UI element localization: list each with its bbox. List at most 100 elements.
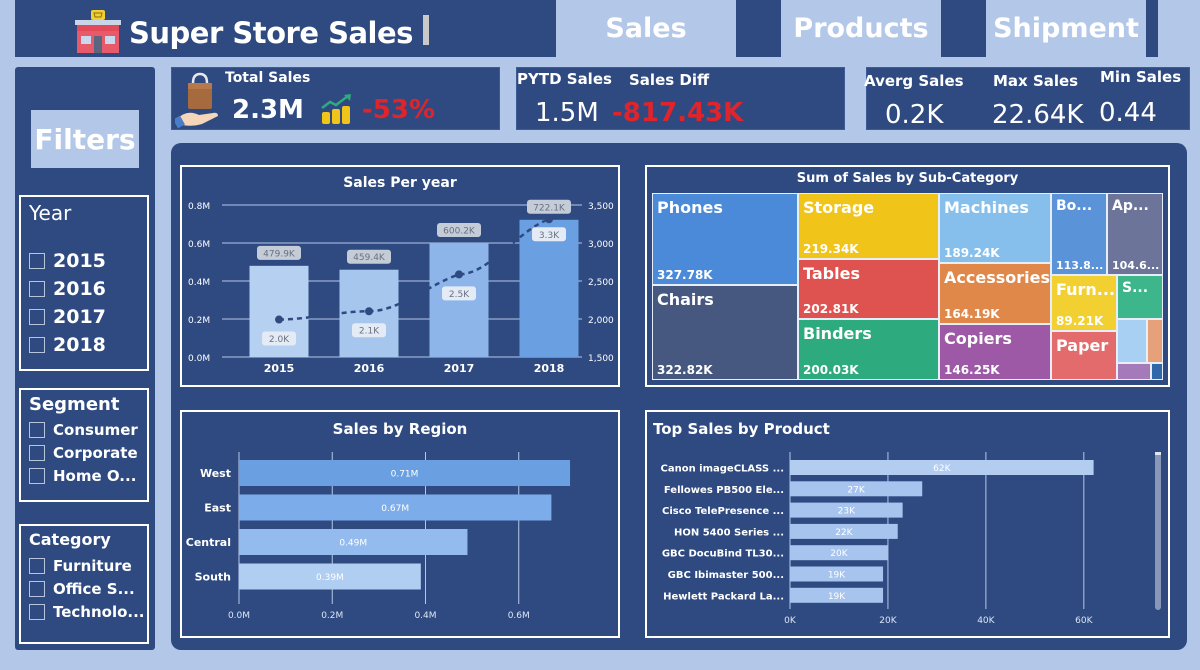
checkbox[interactable]: [29, 337, 45, 353]
tile-value: 146.25K: [944, 363, 1000, 377]
year-slicer: Year 2015 2016 2017 2018: [19, 195, 149, 371]
treemap-tile-envelopes[interactable]: [1147, 319, 1163, 363]
tile-label: S...: [1122, 280, 1149, 296]
line-data-label: 2.0K: [269, 335, 290, 345]
x-tick-label: 60K: [1075, 616, 1093, 626]
treemap-tile-supplies[interactable]: S...: [1117, 275, 1163, 319]
checkbox[interactable]: [29, 467, 45, 484]
segment-slicer: Segment Consumer Corporate Home O...: [19, 388, 149, 502]
y-right-tick-label: 2,500: [588, 278, 614, 288]
treemap-tile-copiers[interactable]: Copiers 146.25K: [939, 324, 1051, 380]
line-point: [545, 215, 553, 224]
x-tick-label: 40K: [977, 616, 995, 626]
chart-title: Top Sales by Product: [653, 420, 830, 438]
checkbox[interactable]: [29, 253, 45, 269]
y-left-tick-label: 0.8M: [188, 202, 210, 212]
filters-button[interactable]: Filters: [31, 110, 139, 168]
checkbox[interactable]: [29, 421, 45, 438]
y-category-label: Canon imageCLASS ...: [661, 464, 785, 475]
line-data-label: 3.3K: [539, 231, 560, 241]
tile-label: Machines: [944, 198, 1029, 217]
segment-option-home-office[interactable]: Home O...: [29, 464, 139, 487]
segment-option-consumer[interactable]: Consumer: [29, 418, 139, 441]
store-icon: [73, 8, 123, 58]
year-option-2017[interactable]: 2017: [29, 303, 139, 331]
y-category-label: Cisco TelePresence ...: [662, 506, 784, 517]
kpi-sales-diff-value: -817.43K: [612, 98, 744, 128]
orders-trend-line: [278, 218, 550, 321]
sales-by-region-chart: Sales by Region 0.0M 0.2M 0.4M 0.6M 0.71M West…: [180, 410, 620, 638]
y-category-label: South: [195, 571, 231, 584]
y-right-tick-label: 3,000: [588, 240, 614, 250]
category-slicer-title: Category: [29, 530, 111, 549]
year-slicer-title: Year: [29, 201, 72, 225]
y-right-tick-label: 1,500: [588, 354, 614, 364]
tab-sales[interactable]: Sales: [556, 0, 736, 57]
treemap-tile-labels[interactable]: [1117, 363, 1151, 380]
sales-by-subcategory-treemap: Sum of Sales by Sub-Category Phones 327.7…: [645, 165, 1170, 387]
tile-label: Chairs: [657, 290, 714, 309]
treemap-tile-appliances[interactable]: Ap... 104.6...: [1107, 193, 1163, 275]
bar-data-label: 23K: [838, 507, 856, 517]
tile-value: 200.03K: [803, 363, 859, 377]
y-category-label: GBC DocuBind TL30...: [662, 549, 784, 560]
chart-title: Sales Per year: [343, 175, 457, 191]
checkbox[interactable]: [29, 557, 45, 574]
checkbox[interactable]: [29, 444, 45, 461]
year-option-2018[interactable]: 2018: [29, 331, 139, 359]
shopping-bag-hand-icon: [173, 71, 225, 133]
tab-shipment[interactable]: Shipment: [986, 0, 1146, 57]
treemap-tile-fasteners[interactable]: [1151, 363, 1163, 380]
tile-label: Tables: [803, 264, 860, 283]
tile-label: Ap...: [1112, 198, 1149, 214]
segment-option-corporate[interactable]: Corporate: [29, 441, 139, 464]
y-left-tick-label: 0.2M: [188, 316, 210, 326]
kpi-avg-value: 0.2K: [885, 100, 944, 130]
x-tick-label: 0K: [784, 616, 797, 626]
category-option-furniture[interactable]: Furniture: [29, 554, 139, 577]
checkbox[interactable]: [29, 603, 45, 620]
tab-products[interactable]: Products: [781, 0, 941, 57]
bar-data-label: 479.9K: [263, 249, 296, 259]
y-category-label: Hewlett Packard La...: [663, 591, 784, 602]
tile-value: 322.82K: [657, 363, 713, 377]
checkbox[interactable]: [29, 309, 45, 325]
bar-data-label: 600.2K: [443, 226, 476, 236]
treemap-tile-furnishings[interactable]: Furn... 89.21K: [1051, 275, 1117, 331]
category-option-office-supplies[interactable]: Office S...: [29, 577, 139, 600]
year-option-2016[interactable]: 2016: [29, 275, 139, 303]
treemap-tile-art[interactable]: [1117, 319, 1147, 363]
treemap-tile-storage[interactable]: Storage 219.34K: [798, 193, 939, 259]
bar-data-label: 0.67M: [381, 504, 409, 514]
coins-growth-icon: [320, 94, 354, 130]
treemap-title: Sum of Sales by Sub-Category: [796, 171, 1019, 186]
bar-data-label: 62K: [933, 464, 951, 474]
bar-data-label: 20K: [830, 549, 848, 559]
checkbox[interactable]: [29, 580, 45, 597]
tile-value: 327.78K: [657, 268, 713, 282]
kpi-total-sales-value: 2.3M: [232, 95, 304, 125]
kpi-min-label: Min Sales: [1100, 68, 1182, 86]
checkbox[interactable]: [29, 281, 45, 297]
x-tick-label: 2018: [534, 362, 565, 375]
treemap-tile-tables[interactable]: Tables 202.81K: [798, 259, 939, 319]
bar-data-label: 459.4K: [353, 253, 386, 263]
treemap-tile-phones[interactable]: Phones 327.78K: [652, 193, 798, 285]
treemap-area: Phones 327.78K Chairs 322.82K Storage 219.34K…: [652, 193, 1163, 380]
treemap-tile-chairs[interactable]: Chairs 322.82K: [652, 285, 798, 380]
tile-label: Bo...: [1056, 198, 1093, 214]
x-tick-label: 2016: [354, 362, 385, 375]
treemap-tile-bookcases[interactable]: Bo... 113.8...: [1051, 193, 1107, 275]
treemap-tile-binders[interactable]: Binders 200.03K: [798, 319, 939, 380]
kpi-total-sales-label: Total Sales: [225, 70, 311, 86]
page-title: Super Store Sales: [129, 16, 413, 50]
bar-data-label: 0.71M: [391, 470, 419, 480]
title-cursor-decoration: [422, 15, 429, 45]
treemap-tile-machines[interactable]: Machines 189.24K: [939, 193, 1051, 263]
category-option-technology[interactable]: Technolo...: [29, 600, 145, 623]
treemap-tile-paper[interactable]: Paper: [1051, 331, 1117, 380]
y-category-label: HON 5400 Series ...: [674, 527, 784, 538]
tile-value: 189.24K: [944, 246, 1000, 260]
year-option-2015[interactable]: 2015: [29, 247, 139, 275]
treemap-tile-accessories[interactable]: Accessories 164.19K: [939, 263, 1051, 324]
